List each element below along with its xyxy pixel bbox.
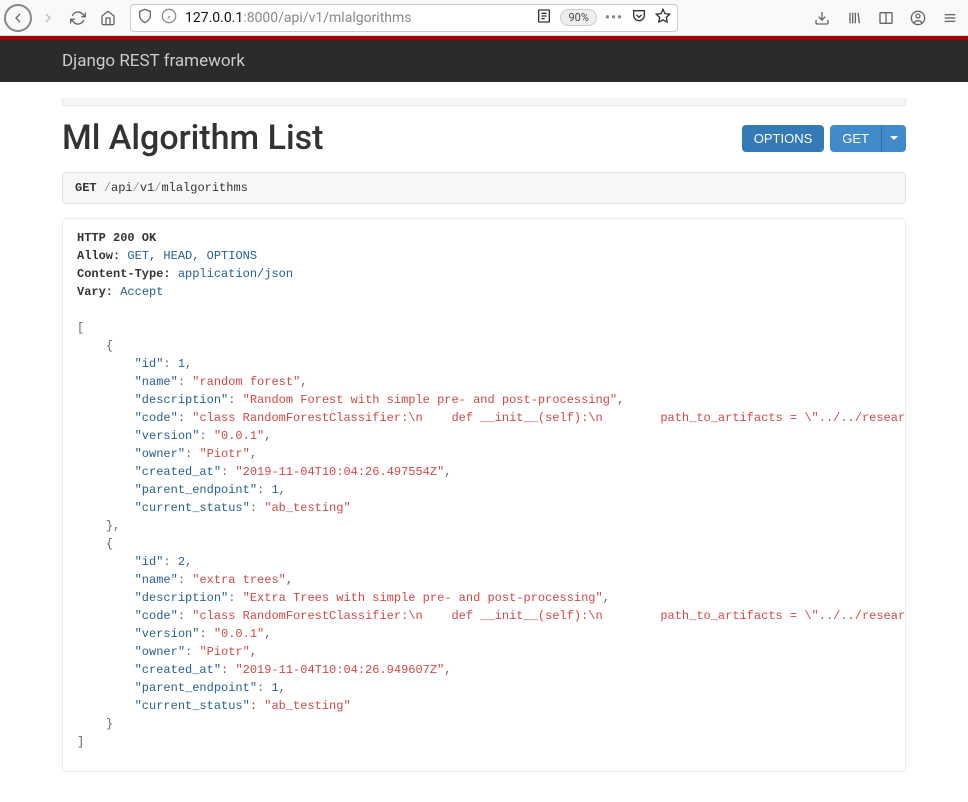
chevron-down-icon	[890, 136, 898, 140]
response-body: HTTP 200 OK Allow: GET, HEAD, OPTIONS Co…	[62, 218, 906, 772]
back-button[interactable]	[4, 4, 32, 32]
home-button[interactable]	[94, 4, 122, 32]
url-bar[interactable]: 127.0.0.1:8000/api/v1/mlalgorithms 90% •…	[130, 4, 678, 32]
account-icon[interactable]	[904, 4, 932, 32]
breadcrumb	[62, 98, 906, 106]
navbar-brand[interactable]: Django REST framework	[62, 51, 245, 71]
bookmark-star-icon[interactable]	[655, 8, 671, 28]
page-title: Ml Algorithm List	[62, 118, 323, 158]
options-button[interactable]: OPTIONS	[742, 125, 825, 152]
reader-icon[interactable]	[536, 8, 552, 28]
library-icon[interactable]	[840, 4, 868, 32]
status-line: HTTP 200 OK	[77, 231, 156, 245]
get-dropdown-toggle[interactable]	[881, 125, 906, 152]
request-info: GET /api/v1/mlalgorithms	[62, 172, 906, 204]
menu-icon[interactable]	[936, 4, 964, 32]
shield-icon	[137, 8, 153, 28]
request-method: GET	[75, 181, 97, 195]
get-button-group: GET	[830, 125, 906, 152]
pocket-icon[interactable]	[631, 8, 647, 28]
forward-button[interactable]	[34, 4, 62, 32]
sidebar-icon[interactable]	[872, 4, 900, 32]
reload-button[interactable]	[64, 4, 92, 32]
django-navbar: Django REST framework	[0, 40, 968, 82]
info-icon	[161, 8, 177, 28]
zoom-badge[interactable]: 90%	[560, 9, 596, 26]
page-actions-icon[interactable]: •••	[605, 10, 623, 26]
browser-toolbar: 127.0.0.1:8000/api/v1/mlalgorithms 90% •…	[0, 0, 968, 36]
url-text: 127.0.0.1:8000/api/v1/mlalgorithms	[185, 10, 528, 26]
get-button[interactable]: GET	[830, 125, 881, 152]
downloads-icon[interactable]	[808, 4, 836, 32]
